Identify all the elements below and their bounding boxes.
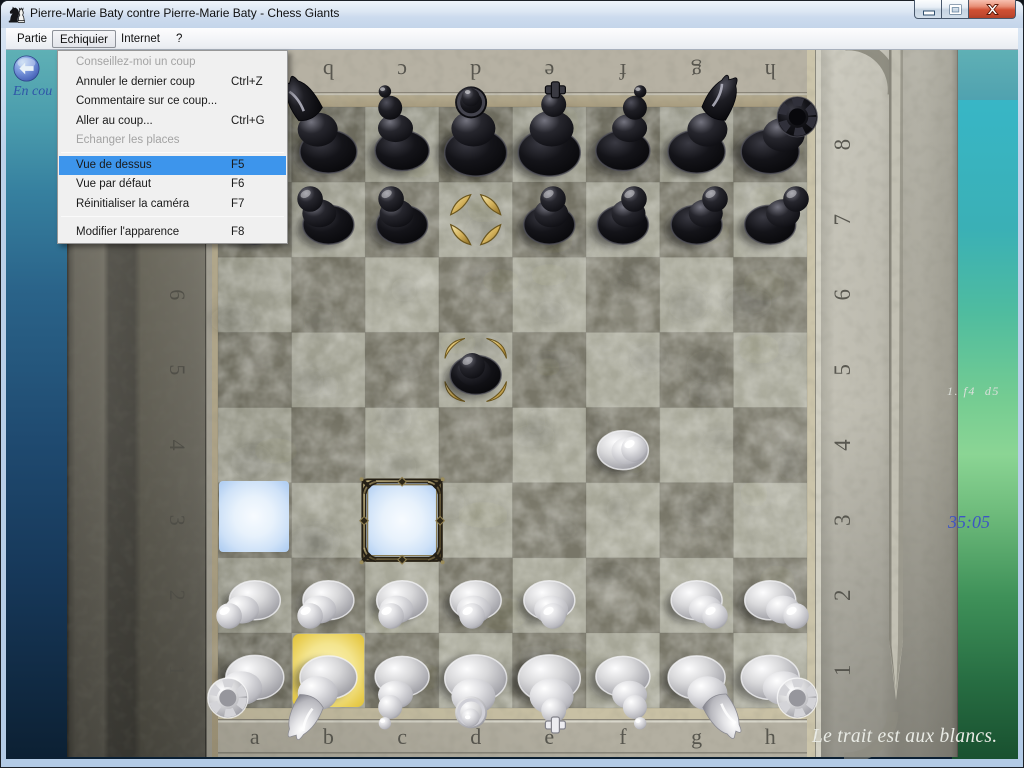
svg-text:6: 6 — [830, 289, 855, 301]
svg-text:d: d — [470, 59, 481, 84]
svg-text:2: 2 — [830, 590, 855, 602]
svg-text:3: 3 — [830, 514, 855, 526]
svg-text:8: 8 — [830, 139, 855, 151]
svg-text:e: e — [544, 59, 554, 84]
svg-text:c: c — [397, 724, 407, 749]
svg-text:h: h — [765, 59, 776, 84]
svg-text:6: 6 — [165, 289, 190, 300]
svg-text:3: 3 — [165, 515, 190, 526]
svg-text:5: 5 — [165, 364, 190, 375]
svg-text:1: 1 — [830, 665, 855, 677]
svg-text:g: g — [691, 724, 702, 749]
svg-text:g: g — [691, 59, 702, 84]
svg-text:f: f — [619, 59, 627, 84]
svg-text:h: h — [765, 724, 776, 749]
svg-text:7: 7 — [830, 214, 855, 226]
svg-text:5: 5 — [830, 364, 855, 376]
svg-text:4: 4 — [165, 440, 190, 451]
svg-text:f: f — [619, 724, 627, 749]
svg-text:4: 4 — [830, 439, 855, 451]
svg-text:c: c — [397, 59, 407, 84]
svg-text:1: 1 — [165, 665, 190, 676]
svg-text:2: 2 — [165, 590, 190, 601]
svg-text:b: b — [323, 724, 334, 749]
svg-text:b: b — [323, 59, 334, 84]
svg-text:a: a — [250, 724, 260, 749]
